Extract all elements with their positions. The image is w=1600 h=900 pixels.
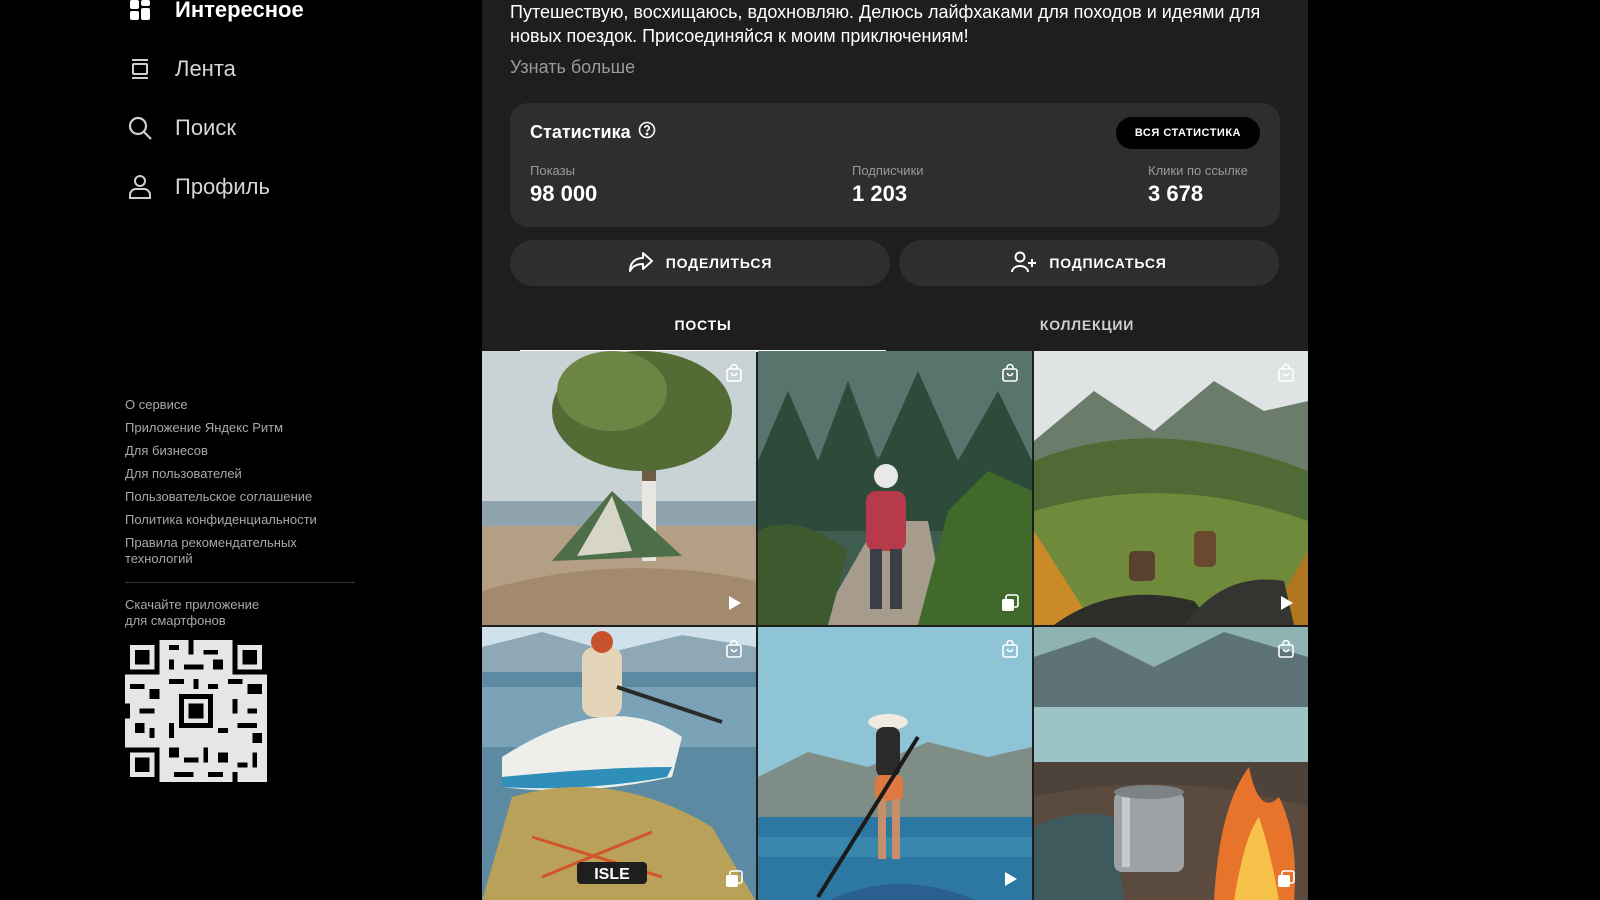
post-tile[interactable] <box>482 351 756 625</box>
sidebar: Интересное Лента Поиск Профиль О сервисе… <box>0 0 482 900</box>
play-icon <box>1276 593 1296 613</box>
nav-item-feed[interactable]: Лента <box>125 49 236 89</box>
footer-link-business[interactable]: Для бизнесов <box>125 443 355 459</box>
shopping-bag-icon <box>1276 363 1296 383</box>
tab-collections[interactable]: КОЛЛЕКЦИИ <box>904 300 1270 350</box>
shopping-bag-icon <box>1000 363 1020 383</box>
nav-item-label: Поиск <box>175 115 236 140</box>
subscribe-label: ПОДПИСАТЬСЯ <box>1049 255 1167 271</box>
gallery-icon <box>724 869 744 889</box>
qr-code <box>125 640 267 782</box>
help-icon[interactable] <box>638 121 656 144</box>
tab-posts[interactable]: ПОСТЫ <box>520 300 886 352</box>
post-tile[interactable] <box>758 351 1032 625</box>
grid-icon <box>125 0 155 25</box>
nav-item-label: Интересное <box>175 0 304 22</box>
shopping-bag-icon <box>724 363 744 383</box>
app-download-text: Скачайте приложение для смартфонов <box>125 597 260 628</box>
stats-title: Статистика <box>530 121 656 144</box>
stat-label: Подписчики <box>852 163 924 178</box>
stat-label: Клики по ссылке <box>1148 163 1248 178</box>
stat-value: 3 678 <box>1148 181 1204 206</box>
profile-bio: Путешествую, восхищаюсь, вдохновляю. Дел… <box>510 2 1261 46</box>
nav-item-label: Лента <box>175 56 236 81</box>
post-image: ISLE <box>482 627 756 900</box>
gallery-icon <box>1000 593 1020 613</box>
post-image <box>1034 627 1308 900</box>
post-image <box>758 351 1032 625</box>
search-icon <box>125 113 155 143</box>
footer-link-users[interactable]: Для пользователей <box>125 466 355 482</box>
stat-link-clicks: Клики по ссылке 3 678 <box>1148 163 1248 207</box>
play-icon <box>724 593 744 613</box>
stat-impressions: Показы 98 000 <box>530 163 597 207</box>
footer-links: О сервисе Приложение Яндекс Ритм Для биз… <box>125 397 355 574</box>
stats-card: Статистика ВСЯ СТАТИСТИКА Показы 98 000 … <box>510 103 1280 227</box>
footer-link-agreement[interactable]: Пользовательское соглашение <box>125 489 355 505</box>
post-image <box>1034 351 1308 625</box>
nav-item-label: Профиль <box>175 174 270 199</box>
shopping-bag-icon <box>1000 639 1020 659</box>
shopping-bag-icon <box>724 639 744 659</box>
post-tile[interactable] <box>1034 351 1308 625</box>
post-tile[interactable]: ISLE <box>482 627 756 900</box>
subscribe-button[interactable]: ПОДПИСАТЬСЯ <box>899 240 1279 286</box>
profile-icon <box>125 172 155 202</box>
stat-value: 1 203 <box>852 181 908 206</box>
nav-item-interesting[interactable]: Интересное <box>125 0 304 30</box>
main-content: Путешествую, восхищаюсь, вдохновляю. Дел… <box>482 0 1308 900</box>
shopping-bag-icon <box>1276 639 1296 659</box>
stat-value: 98 000 <box>530 181 598 206</box>
stat-label: Показы <box>530 163 575 178</box>
learn-more-link[interactable]: Узнать больше <box>510 57 635 78</box>
stat-subscribers: Подписчики 1 203 <box>852 163 924 207</box>
post-image <box>482 351 756 625</box>
share-label: ПОДЕЛИТЬСЯ <box>665 255 773 271</box>
footer-link-app[interactable]: Приложение Яндекс Ритм <box>125 420 355 436</box>
post-tile[interactable] <box>758 627 1032 900</box>
footer-link-recommendations[interactable]: Правила рекомендательных технологий <box>125 535 355 567</box>
share-button[interactable]: ПОДЕЛИТЬСЯ <box>510 240 890 286</box>
post-image <box>758 627 1032 900</box>
divider <box>125 582 355 583</box>
add-user-icon <box>1011 251 1037 276</box>
stats-title-text: Статистика <box>530 122 631 142</box>
nav-item-profile[interactable]: Профиль <box>125 167 270 207</box>
post-tile[interactable] <box>1034 627 1308 900</box>
svg-text:ISLE: ISLE <box>594 866 630 883</box>
footer-link-privacy[interactable]: Политика конфиденциальности <box>125 512 355 528</box>
gallery-icon <box>1276 869 1296 889</box>
footer-link-about[interactable]: О сервисе <box>125 397 355 413</box>
play-icon <box>1000 869 1020 889</box>
share-icon <box>628 251 654 276</box>
nav-item-search[interactable]: Поиск <box>125 108 236 148</box>
all-stats-button[interactable]: ВСЯ СТАТИСТИКА <box>1115 117 1260 149</box>
feed-icon <box>125 54 155 84</box>
